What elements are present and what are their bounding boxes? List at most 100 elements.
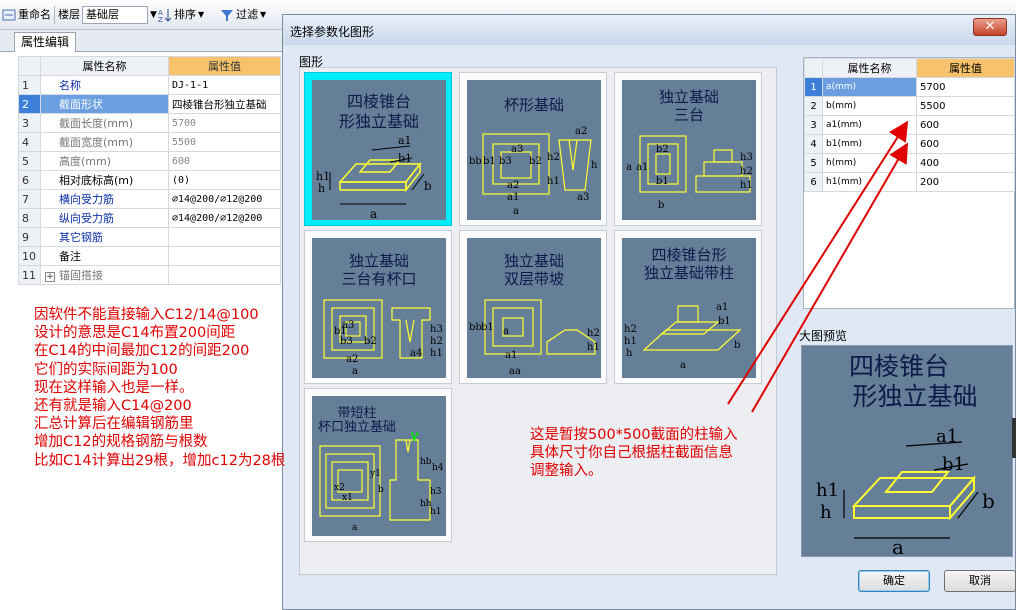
shape-tile-three-step-footing[interactable]: 独立基础 三台 a a1 b2 b1 b h3 h2 h1 xyxy=(614,72,762,226)
svg-text:h2: h2 xyxy=(740,166,753,177)
property-table: 属性名称 属性值 1 名称 DJ-1-1 2 截面形状 四棱锥台形独立基础 3 … xyxy=(18,56,281,285)
svg-text:a: a xyxy=(513,206,519,217)
table-row[interactable]: 11 + 锚固搭接 xyxy=(18,265,281,285)
svg-text:a1: a1 xyxy=(636,162,648,173)
table-row[interactable]: 5 高度(mm) 600 xyxy=(18,151,281,171)
annotation-note-left: 因软件不能直接输入C12/14@100 设计的意思是C14布置200间距 在C1… xyxy=(34,307,286,469)
select-param-shape-dialog: 选择参数化图形 ✕ 图形 四棱锥台 形独立基础 a b a1 b1 h1 h 杯… xyxy=(282,14,1016,610)
svg-text:b1: b1 xyxy=(398,152,412,165)
table-row[interactable]: 2 截面形状 四棱锥台形独立基础 xyxy=(18,94,281,114)
svg-text:h: h xyxy=(318,182,325,195)
svg-text:a1: a1 xyxy=(716,302,728,313)
table-row[interactable]: 4 b1(mm) 600 xyxy=(804,134,1015,154)
filter-icon xyxy=(220,8,234,22)
table-row[interactable]: 9 其它钢筋 xyxy=(18,227,281,247)
table-row[interactable]: 3 a1(mm) 600 xyxy=(804,115,1015,135)
table-row[interactable]: 1 名称 DJ-1-1 xyxy=(18,75,281,95)
svg-text:h2: h2 xyxy=(547,152,560,163)
svg-text:y1: y1 xyxy=(369,469,381,479)
svg-text:b3: b3 xyxy=(340,336,353,347)
svg-text:a1: a1 xyxy=(507,192,519,203)
svg-text:a3: a3 xyxy=(511,144,523,155)
table-header: 属性名称 属性值 xyxy=(804,58,1015,78)
cancel-button[interactable]: 取消 xyxy=(944,570,1016,592)
tab-property-edit[interactable]: 属性编辑 xyxy=(14,32,77,52)
svg-text:h1: h1 xyxy=(816,480,839,501)
cup-footing-diagram: bb b1 b3 b2 a3 a2 a1 a a2 h2 h1 a3 h xyxy=(469,126,598,217)
svg-text:h1: h1 xyxy=(547,176,560,187)
parameter-grid: 属性名称 属性值 1 a(mm) 5700 2 b(mm) 5500 3 a1(… xyxy=(803,57,1015,309)
floor-selector[interactable]: 楼层 基础层 ▼ xyxy=(58,6,157,24)
tabstrip: 属性编辑 xyxy=(0,30,283,52)
shape-tile-cup-footing[interactable]: 杯形基础 bb b1 b3 b2 a3 a2 a1 a a2 h2 h1 a3 h xyxy=(459,72,607,226)
shapes-gallery: 四棱锥台 形独立基础 a b a1 b1 h1 h 杯形基础 bb b1 b3 … xyxy=(299,67,777,575)
double-slope-footing-diagram: bb b1 a a1 aa h2 h1 xyxy=(469,299,600,377)
ok-button[interactable]: 确定 xyxy=(858,570,930,592)
column-header-value: 属性值 xyxy=(168,56,281,76)
toolbar-separator xyxy=(54,6,55,24)
svg-text:b: b xyxy=(982,489,995,513)
svg-text:b1: b1 xyxy=(942,454,965,475)
table-row[interactable]: 8 纵向受力筋 ⌀14@200/⌀12@200 xyxy=(18,208,281,228)
svg-text:h2: h2 xyxy=(430,336,443,347)
svg-text:b: b xyxy=(734,340,740,351)
svg-text:h: h xyxy=(591,160,598,171)
svg-text:aa: aa xyxy=(509,366,521,377)
svg-text:a4: a4 xyxy=(410,348,422,359)
sort-button[interactable]: AZ 排序 ▼ xyxy=(158,6,204,24)
floor-combo[interactable]: 基础层 xyxy=(82,6,148,24)
large-preview: 四棱锥台 形独立基础 a b a1 b1 h1 h xyxy=(801,345,1013,557)
table-row[interactable]: 10 备注 xyxy=(18,246,281,266)
chevron-down-icon[interactable]: ▼ xyxy=(150,6,157,24)
dialog-titlebar: 选择参数化图形 ✕ xyxy=(283,15,1015,45)
table-row[interactable]: 1 a(mm) 5700 xyxy=(804,77,1015,97)
shape-tile-pyramid-footing-with-column[interactable]: 四棱锥台形 独立基础带柱 a1 b1 h2 h1 hb a xyxy=(614,230,762,384)
table-row[interactable]: 6 h1(mm) 200 xyxy=(804,172,1015,192)
svg-text:a1: a1 xyxy=(505,350,517,361)
svg-text:h1: h1 xyxy=(430,348,443,359)
rename-icon xyxy=(2,8,16,22)
svg-text:b1: b1 xyxy=(481,322,494,333)
svg-text:x2: x2 xyxy=(334,483,345,493)
rename-button[interactable]: 重命名 xyxy=(2,6,51,24)
shape-tile-pyramid-footing[interactable]: 四棱锥台 形独立基础 a b a1 b1 h1 h xyxy=(304,72,452,226)
svg-text:h2: h2 xyxy=(587,328,600,339)
svg-text:a1: a1 xyxy=(398,134,412,147)
sort-icon: AZ xyxy=(158,8,172,24)
expand-icon[interactable]: + xyxy=(45,272,55,282)
svg-text:b2: b2 xyxy=(364,336,377,347)
svg-text:bb: bb xyxy=(469,156,482,167)
svg-text:b1: b1 xyxy=(718,316,731,327)
chevron-down-icon: ▼ xyxy=(260,10,267,19)
table-row[interactable]: 6 相对底标高(m) (0) xyxy=(18,170,281,190)
svg-text:h3: h3 xyxy=(430,324,443,335)
shape-tile-double-slope-footing[interactable]: 独立基础 双层带坡 bb b1 a a1 aa h2 h1 xyxy=(459,230,607,384)
table-row[interactable]: 5 h(mm) 400 xyxy=(804,153,1015,173)
filter-button[interactable]: 过滤 ▼ xyxy=(220,6,266,24)
svg-text:b: b xyxy=(378,485,384,495)
svg-text:a: a xyxy=(352,366,358,377)
svg-text:b1: b1 xyxy=(483,156,496,167)
table-row[interactable]: 3 截面长度(mm) 5700 xyxy=(18,113,281,133)
svg-text:b2: b2 xyxy=(656,144,669,155)
close-button[interactable]: ✕ xyxy=(973,18,1007,36)
svg-text:a: a xyxy=(680,360,686,371)
column-header-name: 属性名称 xyxy=(40,56,169,76)
svg-text:x1: x1 xyxy=(342,493,353,503)
dialog-title: 选择参数化图形 xyxy=(290,25,375,39)
table-row[interactable]: 4 截面宽度(mm) 5500 xyxy=(18,132,281,152)
svg-text:h1: h1 xyxy=(430,507,442,517)
table-header: 属性名称 属性值 xyxy=(18,56,281,76)
svg-text:a: a xyxy=(370,207,377,220)
svg-text:a: a xyxy=(892,535,904,557)
table-row[interactable]: 7 横向受力筋 ⌀14@200/⌀12@200 xyxy=(18,189,281,209)
svg-text:a3: a3 xyxy=(577,192,589,203)
scrollbar-handle[interactable] xyxy=(1012,418,1016,458)
svg-text:h2: h2 xyxy=(624,324,637,335)
svg-text:h3: h3 xyxy=(740,152,753,163)
svg-text:a3: a3 xyxy=(342,320,354,331)
table-row[interactable]: 2 b(mm) 5500 xyxy=(804,96,1015,116)
svg-text:hb: hb xyxy=(420,457,432,467)
svg-text:b: b xyxy=(424,179,432,193)
svg-text:h: h xyxy=(626,348,633,359)
